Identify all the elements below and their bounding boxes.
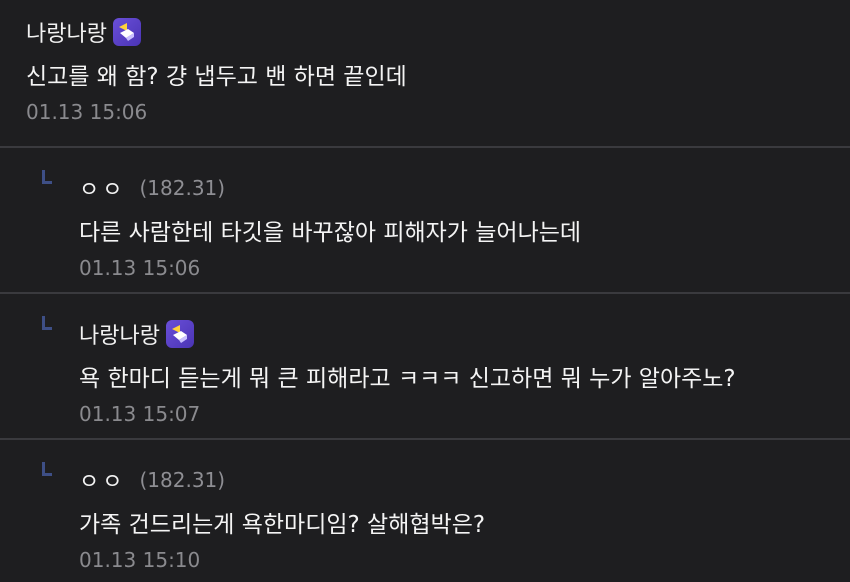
comment-ip: (182.31) xyxy=(139,176,226,200)
comment-timestamp: 01.13 15:06 xyxy=(79,256,201,280)
reply-comment: ㅇㅇ (182.31) 가족 건드리는게 욕한마디임? 살해협박은? 01.13… xyxy=(0,438,850,582)
comment-author-line: ㅇㅇ (182.31) xyxy=(79,170,850,206)
comment-author-line: 나랑나랑 xyxy=(79,316,850,352)
reply-comment: ㅇㅇ (182.31) 다른 사람한테 타깃을 바꾸잖아 피해자가 늘어나는데 … xyxy=(0,146,850,292)
gallery-manager-badge-icon xyxy=(112,18,141,46)
comment-author-line: ㅇㅇ (182.31) xyxy=(79,462,850,498)
comment-text: 신고를 왜 함? 걍 냅두고 밴 하면 끝인데 xyxy=(26,64,407,90)
reply-comment: 나랑나랑 욕 한마디 듣는게 뭐 큰 피해라고 ㅋㅋㅋ 신고하면 뭐 누가 알아… xyxy=(0,292,850,438)
comment-author[interactable]: 나랑나랑 xyxy=(79,318,160,350)
comment-text: 다른 사람한테 타깃을 바꾸잖아 피해자가 늘어나는데 xyxy=(79,220,582,246)
comment-author[interactable]: 나랑나랑 xyxy=(26,16,107,48)
comment-text: 가족 건드리는게 욕한마디임? 살해협박은? xyxy=(79,512,486,538)
comment-timestamp: 01.13 15:07 xyxy=(79,402,201,426)
comment-timestamp: 01.13 15:10 xyxy=(79,548,201,572)
reply-arrow-icon xyxy=(42,462,52,476)
comment-author[interactable]: ㅇㅇ xyxy=(79,464,125,496)
comment-ip: (182.31) xyxy=(139,468,226,492)
comment: 나랑나랑 신고를 왜 함? 걍 냅두고 밴 하면 끝인데 01.13 15:06 xyxy=(0,0,850,146)
reply-arrow-icon xyxy=(42,316,52,330)
gallery-manager-badge-icon xyxy=(165,320,194,348)
comment-text: 욕 한마디 듣는게 뭐 큰 피해라고 ㅋㅋㅋ 신고하면 뭐 누가 알아주노? xyxy=(79,366,736,392)
reply-arrow-icon xyxy=(42,170,52,184)
comment-timestamp: 01.13 15:06 xyxy=(26,100,148,124)
comment-author-line: 나랑나랑 xyxy=(26,14,850,50)
comment-author[interactable]: ㅇㅇ xyxy=(79,172,125,204)
comment-thread: 나랑나랑 신고를 왜 함? 걍 냅두고 밴 하면 끝인데 01.13 15:06… xyxy=(0,0,850,582)
